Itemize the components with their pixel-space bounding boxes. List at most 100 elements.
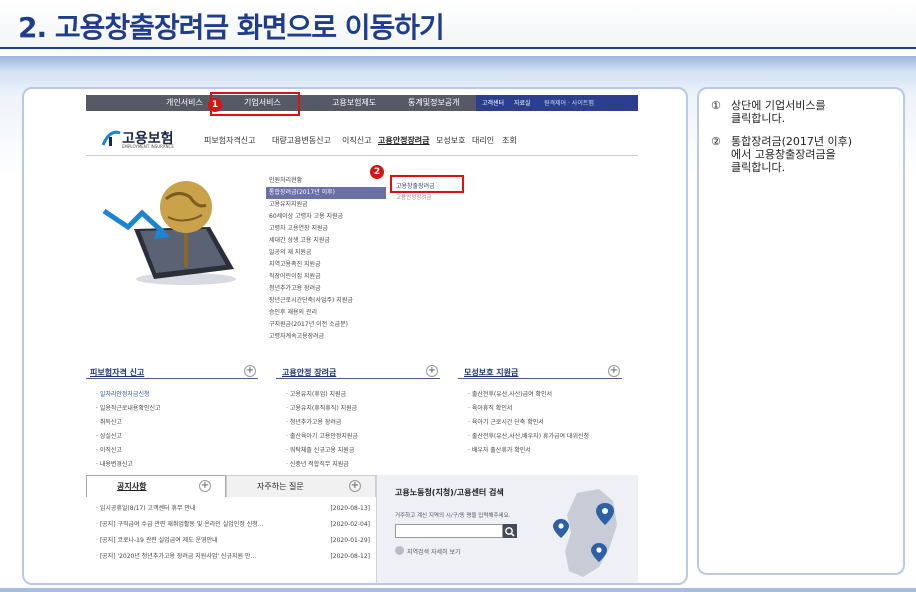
dropdown-item[interactable]: 장년근로시간단축(사업주) 지원금 — [266, 295, 386, 307]
notice-row[interactable]: · [공지] 코로나-19 관련 실업급여 제도 운영안내 [2020-01-2… — [96, 535, 374, 547]
more-plus-icon[interactable]: + — [199, 480, 211, 492]
panel-divider — [86, 378, 258, 379]
dropdown-item[interactable]: 세대간 상생 고용 지원금 — [266, 235, 386, 247]
title-bar: 2. 고용창출장려금 화면으로 이동하기 — [0, 0, 916, 50]
panel-link[interactable]: · 출산전후(유산,사산,배우자) 휴가급여 대위신청 — [468, 431, 589, 440]
nav-customer-center[interactable]: 고객센터 — [482, 98, 504, 107]
detail-icon — [395, 546, 404, 555]
dropdown-item[interactable]: 구지원금(2017년 이전 소급분) — [266, 319, 386, 331]
panel-title-stability[interactable]: 고용안정 장려금 — [282, 367, 336, 378]
more-plus-icon[interactable]: + — [608, 365, 620, 377]
notice-title: · [공지] 코로나-19 관련 실업급여 제도 운영안내 — [96, 537, 218, 544]
panel-link[interactable]: · 육아기 근로시간 단축 확인서 — [468, 417, 544, 426]
panel-link[interactable]: · 고용유지(휴직휴직) 지원금 — [286, 403, 357, 412]
menu-insured-qualification[interactable]: 피보험자격신고 — [204, 135, 256, 146]
panel-link[interactable]: · 내용변경신고 — [96, 459, 133, 468]
tab-notices[interactable]: 공지사항 + — [86, 475, 226, 497]
instruction-number: ① — [711, 99, 721, 112]
top-navigation-utility: 고객센터 자료실 원격제어 · 사이트맵 — [476, 95, 638, 111]
menu-resignation[interactable]: 이직신고 — [342, 135, 371, 146]
nav-insurance-system[interactable]: 고용보험제도 — [332, 97, 376, 108]
notice-tabs: 공지사항 + 자주하는 질문 + — [86, 475, 376, 497]
dropdown-item[interactable]: 60세이상 고령자 고용 지원금 — [266, 211, 386, 223]
nav-library[interactable]: 자료실 — [514, 98, 531, 107]
region-search-input[interactable] — [395, 524, 503, 538]
notice-title: · [공지] 구직급여 수급 관련 재취업활동 및 온라인 실업인정 신청... — [96, 521, 264, 528]
panel-link[interactable]: · 청년추가고용 장려금 — [286, 417, 341, 426]
nav-remote-sitemap[interactable]: 원격제어 · 사이트맵 — [544, 98, 594, 107]
panel-divider — [276, 378, 440, 379]
panel-link[interactable]: · 워탁체졸 신규고용 지원금 — [286, 445, 354, 454]
notice-row[interactable]: · [공지] '2020년 청년추가고용 장려금 지원사업' 신규지원 안...… — [96, 551, 374, 563]
panel-link[interactable]: · 상실신고 — [96, 431, 122, 440]
notice-row[interactable]: · [공지] 구직급여 수급 관련 재취업활동 및 온라인 실업인정 신청...… — [96, 519, 374, 531]
nav-personal-services[interactable]: 개인서비스 — [166, 97, 203, 108]
site-logo[interactable]: 고용보험 EMPLOYMENT INSURANCE — [100, 127, 190, 151]
dropdown-item[interactable]: 지역고용촉진 지원금 — [266, 259, 386, 271]
search-icon — [505, 527, 515, 537]
panel-link[interactable]: · 신중년 적합직무 지원금 — [286, 459, 349, 468]
notice-date: [2020-02-04] — [330, 521, 370, 528]
dropdown-item[interactable]: 민원처리현황 — [266, 175, 386, 187]
dropdown-item-integrated-subsidy[interactable]: 통합장려금(2017년 이후) — [266, 187, 386, 199]
website-screenshot: 개인서비스 기업서비스 고용보험제도 통계및정보공개 고객센터 자료실 원격제어… — [22, 87, 688, 585]
panel-link[interactable]: · 배우자 출산휴가 확인서 — [468, 445, 531, 454]
center-search-panel: 고용노동청(지청)/고용센터 검색 거주하고 계신 지역의 시/구/동 명을 입… — [376, 475, 638, 583]
region-detail-link[interactable]: 지역검색 자세히 보기 — [407, 547, 461, 556]
globe-illustration — [102, 181, 236, 285]
panel-link[interactable]: · 취득신고 — [96, 417, 122, 426]
instruction-panel: ① 상단에 기업서비스를 클릭합니다. ② 통합장려금(2017년 이후) 에서… — [697, 87, 905, 575]
more-plus-icon[interactable]: + — [426, 365, 438, 377]
menu-employment-stability[interactable]: 고용안정장려금 — [378, 135, 430, 146]
panel-link[interactable]: · 일용직근로내용확인신고 — [96, 403, 161, 412]
dropdown-item[interactable]: 청년추가고용 장려금 — [266, 283, 386, 295]
menu-divider — [86, 155, 638, 156]
dropdown-item[interactable]: 고령자 고용연장 지원금 — [266, 223, 386, 235]
title-rule — [0, 47, 916, 49]
instruction-number: ② — [711, 135, 721, 148]
instruction-text: 상단에 기업서비스를 클릭합니다. — [731, 99, 826, 125]
top-navigation: 개인서비스 기업서비스 고용보험제도 통계및정보공개 고객센터 자료실 원격제어… — [86, 95, 638, 111]
panel-title-insured[interactable]: 피보험자격 신고 — [90, 367, 144, 378]
panel-title-maternity[interactable]: 모성보호 지원금 — [464, 367, 518, 378]
instruction-text: 통합장려금(2017년 이후) 에서 고용창출장려금을 클릭합니다. — [731, 135, 853, 174]
step-badge-1: 1 — [208, 98, 222, 112]
notice-row[interactable]: · 임시공휴일(8/17) 고객센터 휴무 안내 [2020-08-13] — [96, 503, 374, 515]
panel-link[interactable]: · 출산육아기 고용안정지원금 — [286, 431, 358, 440]
menu-maternity[interactable]: 모성보호 — [436, 135, 465, 146]
panel-link[interactable]: · 이직신고 — [96, 445, 122, 454]
notice-title: · 임시공휴일(8/17) 고객센터 휴무 안내 — [96, 505, 196, 512]
step-badge-2: 2 — [370, 165, 384, 179]
korea-map-illustration — [553, 489, 617, 577]
submenu-employment-stability[interactable]: 고용안정장려금 — [396, 193, 431, 201]
notice-date: [2020-08-13] — [330, 505, 370, 512]
region-search-button[interactable] — [503, 524, 517, 538]
panel-divider — [458, 378, 622, 379]
notice-title: · [공지] '2020년 청년추가고용 장려금 지원사업' 신규지원 안... — [96, 553, 257, 560]
panel-link[interactable]: · 일자리안정자금신청 — [96, 389, 150, 398]
panel-link[interactable]: · 출산전후(유산,사산)급여 확인서 — [468, 389, 552, 398]
highlight-box-business-services — [210, 92, 300, 116]
dropdown-item[interactable]: 고령자계속고용장려금 — [266, 331, 386, 343]
more-plus-icon[interactable]: + — [349, 480, 361, 492]
panel-link[interactable]: · 육아휴직 확인서 — [468, 403, 512, 412]
menu-mass-employment[interactable]: 대량고용변동신고 — [272, 135, 331, 146]
slide: 2. 고용창출장려금 화면으로 이동하기 개인서비스 기업서비스 고용보험제도 … — [0, 0, 916, 592]
dropdown-item[interactable]: 고용유지지원금 — [266, 199, 386, 211]
tab-notices-label: 공지사항 — [117, 482, 147, 491]
tab-faq-label: 자주하는 질문 — [257, 482, 304, 491]
dropdown-item[interactable]: 일공의 재 지원금 — [266, 247, 386, 259]
panel-link[interactable]: · 고용유지(휴업) 지원금 — [286, 389, 346, 398]
nav-statistics[interactable]: 통계및정보공개 — [408, 97, 460, 108]
page-title: 2. 고용창출장려금 화면으로 이동하기 — [18, 11, 445, 44]
more-plus-icon[interactable]: + — [244, 365, 256, 377]
dropdown-item[interactable]: 직장어린이집 지원금 — [266, 271, 386, 283]
tab-faq[interactable]: 자주하는 질문 + — [226, 475, 376, 497]
menu-agent[interactable]: 대리인 — [472, 135, 494, 146]
slide-bottom-rule — [0, 588, 916, 592]
dropdown-item[interactable]: 승인후 재용의 관리 — [266, 307, 386, 319]
notice-date: [2020-01-29] — [330, 537, 370, 544]
menu-inquiry[interactable]: 조회 — [502, 135, 517, 146]
center-search-title: 고용노동청(지청)/고용센터 검색 — [395, 488, 504, 497]
center-search-description: 거주하고 계신 지역의 시/구/동 명을 입력해주세요. — [395, 513, 511, 519]
